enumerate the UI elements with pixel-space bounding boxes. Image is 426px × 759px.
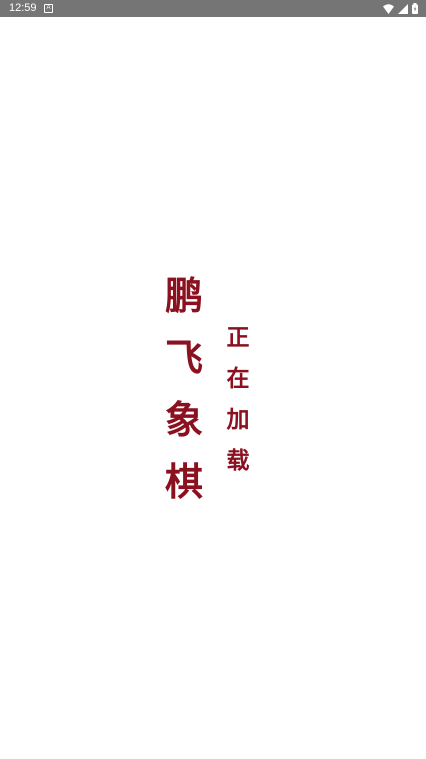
app-title: 鹏 飞 象 棋 (162, 265, 206, 513)
status-icons (383, 3, 418, 14)
cell-signal-icon (398, 3, 408, 14)
loading-char: 加 (226, 406, 250, 433)
app-title-char: 鹏 (164, 273, 203, 318)
a-notification-icon: A (44, 4, 53, 13)
status-time: 12:59 (9, 2, 37, 14)
app-title-char: 飞 (164, 335, 203, 380)
status-bar: 12:59 A (0, 0, 426, 17)
app-title-char: 棋 (164, 459, 203, 504)
loading-char: 正 (226, 324, 250, 351)
loading-char: 载 (226, 447, 250, 474)
splash-content: 鹏 飞 象 棋 正 在 加 载 (0, 17, 426, 759)
loading-char: 在 (226, 365, 250, 392)
loading-label: 正 在 加 载 (222, 317, 254, 481)
battery-icon (412, 3, 418, 14)
app-title-char: 象 (164, 397, 203, 442)
splash-screen: 12:59 A 鹏 飞 象 棋 正 在 加 载 (0, 0, 426, 759)
wifi-icon (383, 3, 394, 14)
